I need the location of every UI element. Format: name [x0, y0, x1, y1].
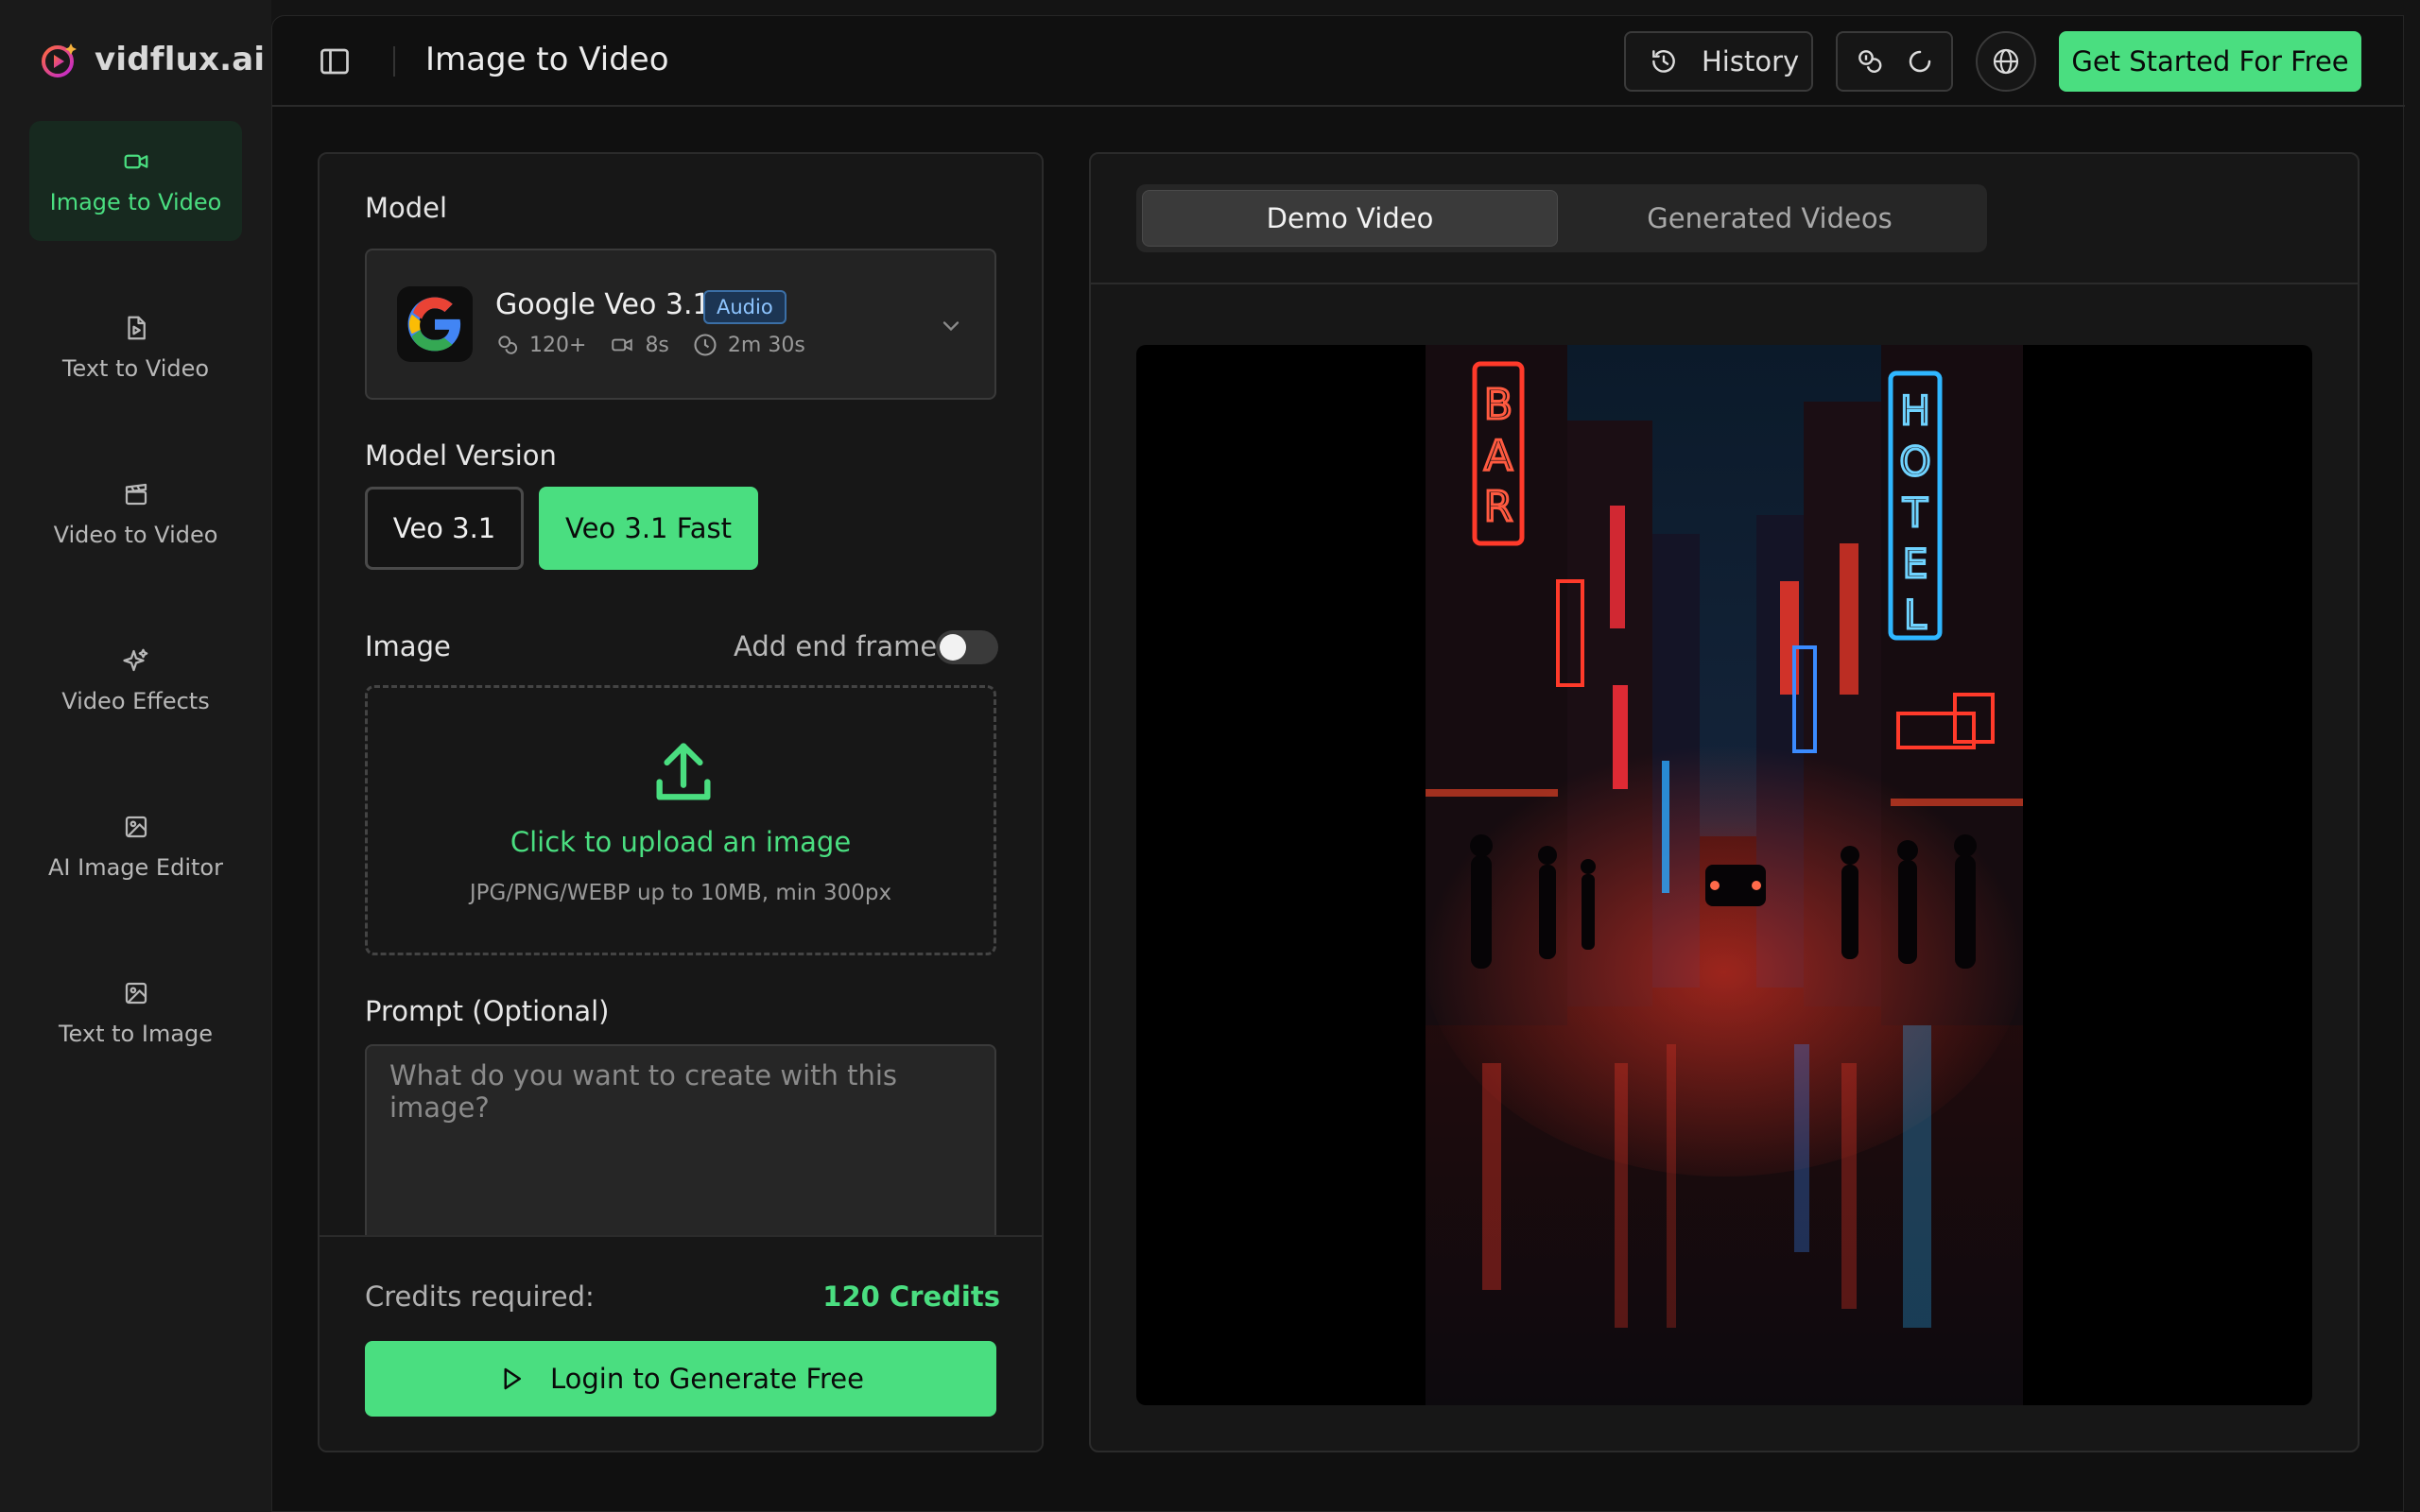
- video-camera-icon: [612, 338, 633, 352]
- bar-sign-letter: R: [1484, 483, 1513, 531]
- form-footer: Credits required: 120 Credits Login to G…: [320, 1235, 1042, 1451]
- sidebar-item-label: Text to Video: [61, 354, 210, 382]
- model-version-label: Model Version: [365, 439, 557, 472]
- version-veo-3-1-fast-button[interactable]: Veo 3.1 Fast: [539, 487, 758, 570]
- sidebar-item-label: AI Image Editor: [48, 853, 223, 881]
- hotel-sign-letter: T: [1902, 490, 1927, 536]
- panel-left-icon: [320, 48, 349, 75]
- clapperboard-icon: [125, 483, 147, 505]
- generation-form: Model Google Veo 3.1 Audio 120+ 8s 2m 30…: [318, 152, 1044, 1452]
- demo-video-player[interactable]: B A R H O T E L: [1136, 345, 2312, 1405]
- image-label: Image: [365, 630, 451, 662]
- sidebar-item-video-to-video[interactable]: Video to Video: [29, 454, 242, 574]
- model-meta: 120+ 8s 2m 30s: [495, 332, 819, 358]
- sidebar-item-label: Text to Image: [58, 1020, 214, 1047]
- chevron-down-icon: [942, 321, 959, 332]
- divider: [393, 46, 395, 77]
- page-title: Image to Video: [425, 41, 669, 78]
- hotel-sign-letter: E: [1903, 541, 1928, 587]
- sidebar-item-label: Image to Video: [49, 188, 222, 215]
- history-label: History: [1702, 45, 1800, 77]
- sidebar-item-ai-image-editor[interactable]: AI Image Editor: [29, 786, 242, 906]
- image-upload-dropzone[interactable]: Click to upload an image JPG/PNG/WEBP up…: [365, 685, 996, 955]
- upload-title: Click to upload an image: [510, 826, 852, 858]
- hotel-sign-letter: O: [1899, 438, 1930, 485]
- credits-button[interactable]: [1836, 31, 1953, 92]
- sidebar-item-text-to-image[interactable]: Text to Image: [29, 953, 242, 1073]
- history-icon: [1652, 50, 1675, 73]
- main-area: Image to Video History Get Started For F…: [271, 15, 2405, 1512]
- image-icon: [125, 816, 147, 837]
- logo[interactable]: vidflux.ai: [40, 40, 265, 79]
- globe-icon: [1993, 48, 2019, 75]
- sidebar-item-text-to-video[interactable]: Text to Video: [29, 287, 242, 407]
- upload-hint: JPG/PNG/WEBP up to 10MB, min 300px: [469, 881, 892, 905]
- video-camera-icon: [124, 154, 147, 168]
- toggle-knob: [940, 634, 966, 661]
- logo-text: vidflux.ai: [95, 41, 266, 78]
- login-button-label: Login to Generate Free: [550, 1363, 864, 1395]
- sidebar-item-label: Video Effects: [61, 687, 210, 714]
- logo-icon: [40, 40, 79, 79]
- tab-generated-videos[interactable]: Generated Videos: [1562, 190, 1978, 247]
- coins-icon: [1858, 50, 1882, 73]
- coins-icon: [498, 335, 518, 354]
- play-icon: [504, 1367, 521, 1390]
- hotel-sign-letter: L: [1904, 592, 1927, 638]
- end-frame-toggle[interactable]: [936, 630, 998, 664]
- sidebar-item-image-to-video[interactable]: Image to Video: [29, 121, 242, 241]
- model-credits: 120+: [529, 333, 587, 357]
- top-bar: Image to Video History Get Started For F…: [272, 16, 2405, 107]
- sidebar: vidflux.ai Image to Video Text to Video …: [0, 0, 271, 1512]
- model-time: 2m 30s: [727, 333, 805, 357]
- credits-required-value: 120 Credits: [822, 1280, 1000, 1313]
- end-frame-label: Add end frame: [734, 630, 938, 662]
- get-started-button[interactable]: Get Started For Free: [2059, 31, 2361, 92]
- document-play-icon: [127, 316, 146, 339]
- login-to-generate-button[interactable]: Login to Generate Free: [365, 1341, 996, 1417]
- sidebar-nav: Image to Video Text to Video Video to Vi…: [29, 121, 242, 1119]
- audio-badge: Audio: [703, 290, 786, 324]
- google-logo-icon: [397, 286, 473, 362]
- bar-sign-letter: A: [1484, 432, 1512, 480]
- sparkles-icon: [122, 648, 147, 671]
- preview-tabs: Demo Video Generated Videos: [1136, 184, 1987, 252]
- model-name: Google Veo 3.1: [495, 288, 711, 321]
- model-select[interactable]: Google Veo 3.1 Audio 120+ 8s 2m 30s: [365, 249, 996, 400]
- hotel-sign-letter: H: [1900, 387, 1930, 434]
- credits-required-label: Credits required:: [365, 1280, 595, 1313]
- model-duration: 8s: [645, 333, 669, 357]
- loading-spinner-icon: [1909, 50, 1931, 73]
- preview-panel: Demo Video Generated Videos B A R H O T …: [1089, 152, 2360, 1452]
- clock-icon: [694, 334, 717, 356]
- language-button[interactable]: [1976, 31, 2036, 92]
- prompt-input[interactable]: [365, 1044, 996, 1252]
- divider: [1091, 283, 2358, 284]
- demo-video-frame: B A R H O T E L: [1426, 345, 2023, 1405]
- sidebar-item-label: Video to Video: [53, 521, 218, 548]
- history-button[interactable]: History: [1624, 31, 1813, 92]
- sidebar-toggle-button[interactable]: [318, 44, 352, 78]
- bar-sign-letter: B: [1484, 381, 1512, 429]
- upload-icon: [656, 743, 711, 800]
- tab-demo-video[interactable]: Demo Video: [1142, 190, 1558, 247]
- model-label: Model: [365, 192, 448, 224]
- version-veo-3-1-button[interactable]: Veo 3.1: [365, 487, 524, 570]
- sidebar-item-video-effects[interactable]: Video Effects: [29, 620, 242, 740]
- prompt-label: Prompt (Optional): [365, 995, 610, 1027]
- image-icon: [125, 982, 147, 1004]
